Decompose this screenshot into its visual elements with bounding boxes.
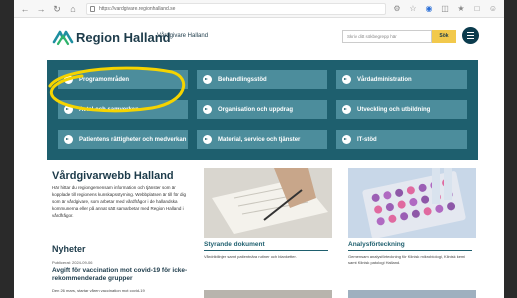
card-image-lab-plate [348, 168, 476, 238]
menu-icon [467, 32, 474, 33]
nav-item-it-stod[interactable]: IT-stöd [336, 130, 467, 149]
nav-item-material[interactable]: Material, service och tjänster [197, 130, 327, 149]
star-icon[interactable]: ☆ [408, 4, 418, 14]
news-heading: Nyheter [52, 244, 86, 254]
nav-item-label: Material, service och tjänster [218, 136, 301, 143]
news-item-text: Den 26 mars, startar våren vaccination m… [52, 288, 145, 293]
translate-icon[interactable]: ⚙ [392, 4, 402, 14]
nav-item-label: Vårdadministration [357, 76, 412, 83]
collections-icon[interactable]: □ [472, 4, 482, 14]
browser-toolbar: ← → ↻ ⌂ https://vardgivare.regionhalland… [14, 0, 504, 18]
card-text: Gemensam analysförteckning för Klinisk m… [348, 254, 466, 265]
nav-item-label: Behandlingsstöd [218, 76, 267, 83]
divider [204, 250, 328, 251]
card-analysforteckning[interactable]: Analysförteckning Gemensam analysförteck… [348, 168, 476, 286]
arrow-right-icon [342, 135, 351, 144]
nav-item-patientens-rattigheter[interactable]: Patientens rättigheter och medverkan [58, 130, 188, 149]
address-bar[interactable]: https://vardgivare.regionhalland.se [86, 2, 386, 15]
nav-item-utveckling[interactable]: Utveckling och utbildning [336, 100, 467, 119]
search-button[interactable]: Sök [432, 30, 456, 43]
card-image-document [204, 168, 332, 238]
page-title: Vårdgivarwebb Halland [52, 170, 174, 182]
intro-text: Här hittar du regiongemensam information… [52, 185, 186, 218]
nav-item-label: Organisation och uppdrag [218, 106, 294, 113]
forward-icon[interactable]: → [36, 4, 46, 14]
back-icon[interactable]: ← [20, 4, 30, 14]
arrow-right-icon [64, 135, 73, 144]
card-image-partial [348, 290, 476, 298]
favorites-icon[interactable]: ★ [456, 4, 466, 14]
divider [348, 250, 472, 251]
arrow-right-icon [203, 135, 212, 144]
nav-item-label: Patientens rättigheter och medverkan [79, 136, 187, 143]
lock-icon [90, 5, 95, 12]
split-icon[interactable]: ◫ [440, 4, 450, 14]
arrow-right-icon [203, 75, 212, 84]
url-text: https://vardgivare.regionhalland.se [99, 5, 176, 12]
card-styrande-dokument[interactable]: Styrande dokument Vårdriktlinjer samt pa… [204, 168, 332, 286]
right-edge [504, 0, 517, 298]
extension-icon[interactable]: ◉ [424, 4, 434, 14]
nav-item-organisation[interactable]: Organisation och uppdrag [197, 100, 327, 119]
reload-icon[interactable]: ↻ [52, 4, 62, 14]
card-title: Styrande dokument [204, 241, 265, 248]
home-icon[interactable]: ⌂ [68, 4, 78, 14]
site-header: Region Halland Vårdgivare Halland Skriv … [14, 18, 504, 58]
nav-item-behandlingsstod[interactable]: Behandlingsstöd [197, 70, 327, 89]
news-date: Publicerat: 2024-09-06 [52, 260, 93, 265]
card-image-partial [204, 290, 332, 298]
arrow-right-icon [342, 75, 351, 84]
search-input[interactable]: Skriv ditt sökbegrepp här [342, 30, 432, 43]
arrow-right-icon [342, 105, 351, 114]
nav-item-vardadministration[interactable]: Vårdadministration [336, 70, 467, 89]
card-title: Analysförteckning [348, 241, 405, 248]
card-text: Vårdriktlinjer samt patientnära rutiner … [204, 254, 297, 259]
menu-button[interactable] [462, 27, 479, 44]
highlight-circle-annotation [48, 66, 185, 113]
region-halland-logo-icon[interactable] [52, 28, 74, 46]
page: Region Halland Vårdgivare Halland Skriv … [14, 18, 504, 298]
brand-subtitle: Vårdgivare Halland [157, 33, 209, 39]
profile-icon[interactable]: ☺ [488, 4, 498, 14]
news-item-title[interactable]: Avgift för vaccination mot covid-19 för … [52, 267, 192, 283]
nav-item-label: Utveckling och utbildning [357, 106, 431, 113]
nav-item-label: IT-stöd [357, 136, 377, 143]
arrow-right-icon [203, 105, 212, 114]
left-edge [0, 0, 14, 298]
